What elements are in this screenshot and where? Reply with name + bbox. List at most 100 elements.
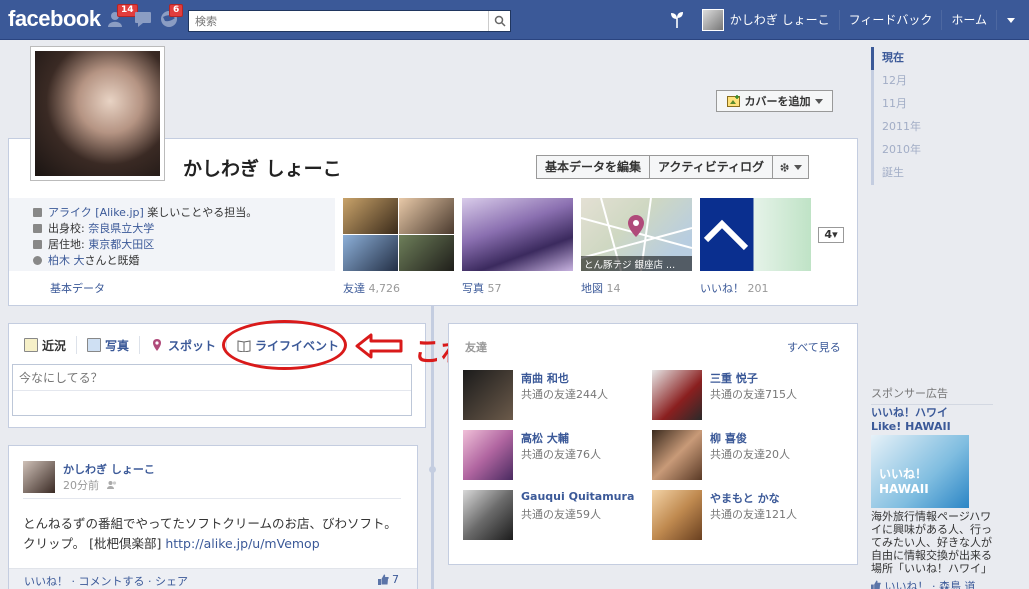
tab-photo[interactable]: 写真 [76, 336, 139, 354]
friend-item[interactable]: やまもと かな 共通の友達121人 [652, 490, 842, 540]
user-avatar [701, 9, 724, 31]
search-button[interactable] [488, 11, 510, 31]
friend-item[interactable]: 三重 悦子 共通の友達715人 [652, 370, 842, 420]
thumbs-up-icon [378, 574, 389, 585]
timeline-nav-2010[interactable]: 2010年 [874, 139, 951, 162]
friend-avatar [652, 370, 702, 420]
map-overlay-text: とん豚テジ 銀座店 ... [584, 260, 676, 271]
ad-body: 海外旅行情報ページハワイに興味がある人、行ってみたい人、好きな人が自由に情報交換… [871, 510, 992, 575]
spouse-link[interactable]: 柏木 大 [48, 254, 85, 267]
timeline-nav-born[interactable]: 誕生 [874, 162, 951, 185]
status-input[interactable] [13, 365, 411, 391]
top-bar: facebook 14 6 かしわぎ しょーこ フィードバック ホーム [0, 0, 1029, 40]
friend-name[interactable]: 三重 悦子 [710, 370, 758, 386]
add-cover-button[interactable]: カバーを追加 [716, 90, 833, 112]
status-input-box [12, 364, 412, 416]
post-divider [23, 498, 401, 499]
friend-name[interactable]: 高松 大輔 [521, 430, 569, 446]
work-link[interactable]: アライク [Alike.jp] [48, 206, 144, 219]
timeline-nav-nov[interactable]: 11月 [874, 93, 951, 116]
post-author-avatar[interactable] [23, 461, 55, 493]
likes-tile-label[interactable]: いいね！ 201 [700, 280, 769, 296]
more-tiles-button[interactable]: 4▾ [818, 227, 844, 243]
friends-tile-label[interactable]: 友達 4,726 [343, 280, 400, 296]
feedback-link[interactable]: フィードバック [838, 10, 942, 30]
facebook-logo[interactable]: facebook [8, 6, 101, 32]
timeline-nav-now[interactable]: 現在 [871, 47, 951, 70]
post-link[interactable]: http://alike.jp/u/mVemop [165, 536, 319, 551]
likes-tile[interactable] [700, 198, 811, 271]
school-link[interactable]: 奈良県立大学 [88, 222, 154, 235]
residence-link[interactable]: 東京都大田区 [88, 238, 154, 251]
info-school: 出身校: 奈良県立大学 [33, 220, 335, 236]
add-cover-label: カバーを追加 [744, 95, 811, 108]
profile-actions: 基本データを編集 アクティビティログ [536, 155, 809, 179]
friend-avatar [463, 490, 513, 540]
post-timestamp[interactable]: 20分前 [63, 477, 117, 493]
profile-name[interactable]: かしわぎ しょーこ [183, 154, 342, 181]
photos-tile[interactable] [462, 198, 573, 271]
friend-avatar [652, 430, 702, 480]
info-relationship: 柏木 大さんと既婚 [33, 252, 335, 268]
timeline-nav: 現在 12月 11月 2011年 2010年 誕生 [871, 47, 951, 185]
messages-icon[interactable] [133, 9, 153, 29]
activity-log-button[interactable]: アクティビティログ [650, 155, 773, 179]
gear-icon [780, 162, 789, 172]
timeline-nav-dec[interactable]: 12月 [874, 70, 951, 93]
notifications-globe-icon[interactable]: 6 [159, 4, 184, 29]
friend-item[interactable]: 高松 大輔 共通の友達76人 [463, 430, 653, 480]
search-box [188, 10, 511, 32]
see-all-friends-link[interactable]: すべて見る [787, 339, 841, 355]
friend-mutual-count: 共通の友達121人 [710, 508, 797, 521]
edit-basic-data-button[interactable]: 基本データを編集 [536, 155, 651, 179]
post-like-count[interactable]: 7 [378, 573, 399, 586]
status-icon [24, 338, 38, 352]
ad-image-text: いいね！HAWAII [879, 467, 929, 496]
photos-tile-label[interactable]: 写真 57 [462, 280, 502, 296]
profile-info-list: アライク [Alike.jp] 楽しいことやる担当。 出身校: 奈良県立大学 居… [9, 198, 335, 271]
friend-mutual-count: 共通の友達715人 [710, 388, 797, 401]
friend-avatar [463, 370, 513, 420]
info-residence: 居住地: 東京都大田区 [33, 236, 335, 252]
friend-item[interactable]: 柳 喜俊 共通の友達20人 [652, 430, 842, 480]
post-author-name[interactable]: かしわぎ しょーこ [63, 461, 155, 477]
friend-item[interactable]: Gauqui Quitamura 共通の友達59人 [463, 490, 653, 540]
tab-spot[interactable]: スポット [139, 336, 226, 354]
friend-mutual-count: 共通の友達20人 [710, 448, 790, 461]
friend-name[interactable]: Gauqui Quitamura [521, 490, 634, 503]
timeline-nav-2011[interactable]: 2011年 [874, 116, 951, 139]
house-icon [33, 239, 42, 249]
friend-avatar [652, 490, 702, 540]
settings-menu-button[interactable] [772, 155, 809, 179]
friend-name[interactable]: 柳 喜俊 [710, 430, 747, 446]
ad-title[interactable]: いいね！ハワイ Like! HAWAII [871, 406, 951, 434]
friend-requests-icon[interactable]: 14 [107, 4, 138, 29]
friend-mutual-count: 共通の友達244人 [521, 388, 608, 401]
briefcase-icon [33, 207, 42, 217]
place-pin-icon [153, 339, 162, 351]
friend-item[interactable]: 南曲 和也 共通の友達244人 [463, 370, 653, 420]
annotation-arrow-icon [355, 333, 403, 359]
sprout-icon[interactable] [661, 10, 693, 31]
friend-avatar [463, 430, 513, 480]
ad-image[interactable]: いいね！HAWAII [871, 435, 969, 508]
profile-picture[interactable] [30, 46, 165, 181]
user-profile-link[interactable]: かしわぎ しょーこ [693, 9, 839, 31]
map-tile-label[interactable]: 地図 14 [581, 280, 621, 296]
timeline-spine-dot [429, 466, 436, 473]
top-right-nav: かしわぎ しょーこ フィードバック ホーム [661, 0, 1029, 40]
search-input[interactable] [189, 11, 479, 31]
friend-name[interactable]: 南曲 和也 [521, 370, 569, 386]
friend-name[interactable]: やまもと かな [710, 490, 780, 506]
ad-like-link[interactable]: いいね！ · 森島 道 [871, 578, 976, 589]
account-menu-chevron-icon[interactable] [996, 10, 1029, 30]
friend-mutual-count: 共通の友達59人 [521, 508, 601, 521]
friends-tile[interactable] [343, 198, 454, 271]
friends-box-title: 友達 [465, 341, 487, 354]
map-tile[interactable]: とん豚テジ 銀座店 ... [581, 198, 692, 271]
home-link[interactable]: ホーム [941, 10, 996, 30]
annotation-ellipse [222, 320, 347, 370]
basic-data-link[interactable]: 基本データ [50, 280, 105, 296]
post-actions[interactable]: いいね！ · コメントする · シェア [24, 573, 188, 589]
tab-status[interactable]: 近況 [14, 336, 76, 354]
